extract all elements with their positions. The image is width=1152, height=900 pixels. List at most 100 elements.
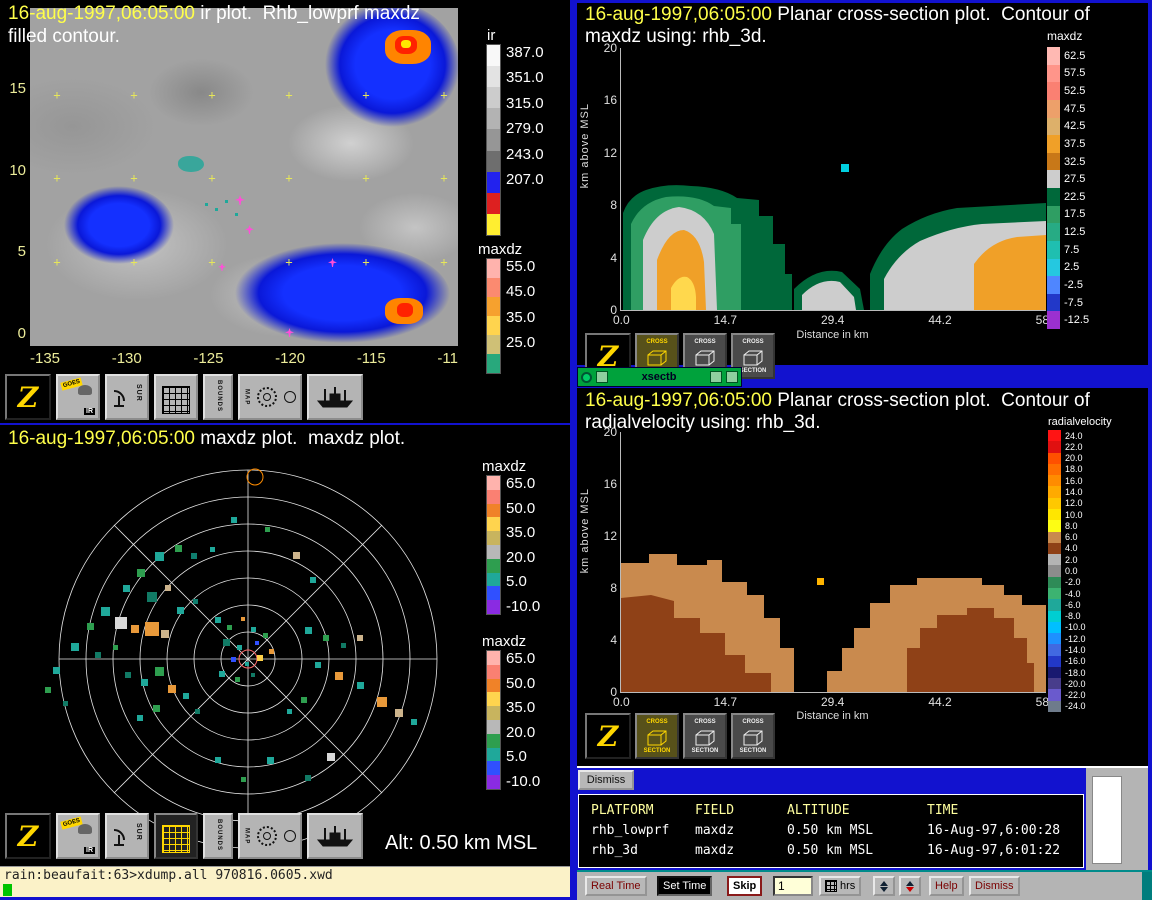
radar-echo: [131, 625, 139, 633]
zebra-menu-button[interactable]: Z: [5, 813, 51, 859]
radar-echo: [141, 679, 148, 686]
goes-ir-button[interactable]: GOES IR: [56, 813, 100, 859]
colorbar-tick: 16.0: [1065, 476, 1083, 486]
latlon-grid-mark: +: [440, 255, 447, 269]
window-indicator-icon[interactable]: [581, 372, 592, 383]
colorbar-swatch: [1048, 667, 1061, 678]
colorbar-tick: -14.0: [1065, 645, 1086, 655]
radar-echo: [215, 617, 221, 623]
contour-plot-maxdz[interactable]: [620, 48, 1046, 311]
xsectb-titlebar[interactable]: xsectb: [577, 367, 742, 387]
colorbar-segment: [487, 45, 500, 66]
scrollbar[interactable]: [1092, 776, 1122, 864]
cross-section-button-2[interactable]: CROSS SECTION: [683, 713, 727, 759]
radar-echo: [263, 633, 268, 638]
ship-platform-button[interactable]: [307, 813, 363, 859]
ship-platform-button[interactable]: [307, 374, 363, 420]
colorbar-segment: [487, 476, 500, 490]
cross-section-button-3[interactable]: CROSS SECTION: [731, 713, 775, 759]
colorbar-swatch: [1048, 611, 1061, 622]
tick-label: 4: [610, 251, 617, 265]
title-text: Planar cross-section plot. Contour of: [772, 390, 1090, 411]
radar-echo: [411, 719, 417, 725]
contour-plot-velocity[interactable]: [620, 432, 1046, 693]
colorbar-tick: 12.5: [1064, 226, 1085, 238]
maxdz-scale-colorbar: 62.557.552.547.542.537.532.527.522.517.5…: [1047, 47, 1089, 329]
colorbar-swatch: [1047, 82, 1060, 100]
colorbar-row: 6.0: [1048, 532, 1086, 543]
terminal-window[interactable]: rain:beaufait:63>xdump.all 970816.0605.x…: [0, 866, 570, 897]
tick-label: 16: [604, 93, 617, 107]
radar-echo: [195, 709, 200, 714]
time-control-bar: Real Time Set Time Skip hrs Help Dismiss: [577, 870, 1152, 900]
real-time-button[interactable]: Real Time: [585, 876, 647, 896]
radar-echo: [377, 697, 387, 707]
velocity-scale-colorbar: 24.022.020.018.016.014.012.010.08.06.04.…: [1048, 430, 1086, 712]
colorbar-tick: -4.0: [1065, 589, 1081, 599]
xsectb-title: xsectb: [612, 371, 706, 383]
window-maximize-icon[interactable]: [726, 371, 738, 383]
set-time-button[interactable]: Set Time: [657, 876, 712, 896]
help-button[interactable]: Help: [929, 876, 964, 896]
step-forward-button[interactable]: [873, 876, 895, 896]
skip-value-field[interactable]: [773, 876, 813, 896]
map-overlay-button[interactable]: MAP: [238, 813, 302, 859]
grid-overlay-button-active[interactable]: [154, 813, 198, 859]
radar-echo: [305, 627, 312, 634]
radar-echo: [123, 585, 130, 592]
colorbar-tick: 37.5: [1064, 138, 1085, 150]
surveillance-radar-button[interactable]: SUR: [105, 813, 149, 859]
satellite-image[interactable]: ++++++++++++++++++: [30, 8, 458, 346]
step-back-button[interactable]: [899, 876, 921, 896]
latlon-grid-mark: +: [130, 171, 137, 185]
calendar-grid-icon: [825, 880, 837, 892]
table-row[interactable]: rhb_lowprfmaxdz0.50 km MSL16-Aug-97,6:00…: [579, 820, 1083, 840]
contour-shapes: [623, 164, 1046, 310]
panel-title: 16-aug-1997,06:05:00 Planar cross-sectio…: [585, 390, 1090, 412]
colorbar-segment: [487, 316, 500, 335]
radar-ppi-display[interactable]: [5, 457, 485, 855]
colorbar-segment: [487, 775, 500, 789]
terminal-cursor: [3, 884, 12, 896]
colorbar-tick: -22.0: [1065, 690, 1086, 700]
colorbar-segment: [487, 720, 500, 734]
colorbar-row: 57.5: [1047, 65, 1089, 83]
cross-section-button-1-active[interactable]: CROSS SECTION: [635, 713, 679, 759]
colorbar-tick: 7.5: [1064, 244, 1079, 256]
goes-ir-button[interactable]: GOES IR: [56, 374, 100, 420]
colorbar-tick: 65.0: [506, 475, 540, 492]
colorbar-tick: 27.5: [1064, 173, 1085, 185]
down-arrow-red-icon: [906, 887, 914, 892]
skip-button[interactable]: Skip: [727, 876, 762, 896]
surveillance-radar-button[interactable]: SUR: [105, 374, 149, 420]
colorbar-swatch: [1048, 633, 1061, 644]
colorbar-tick: 52.5: [1064, 85, 1085, 97]
colorbar-swatch: [1048, 543, 1061, 554]
table-row[interactable]: rhb_3dmaxdz0.50 km MSL16-Aug-97,6:01:22: [579, 840, 1083, 860]
dismiss-button[interactable]: Dismiss: [969, 876, 1020, 896]
colorbar-tick: 315.0: [506, 95, 544, 112]
map-overlay-button[interactable]: MAP: [238, 374, 302, 420]
dismiss-button-small[interactable]: Dismiss: [578, 770, 634, 790]
radar-echo: [45, 687, 51, 693]
window-menu-icon[interactable]: [596, 371, 608, 383]
colorbar-tick: 50.0: [506, 675, 540, 692]
latlon-grid-mark: +: [362, 88, 369, 102]
radar-echo: [161, 630, 169, 638]
zebra-menu-button[interactable]: Z: [585, 713, 631, 759]
hours-unit-button[interactable]: hrs: [819, 876, 861, 896]
colorbar-swatch: [1048, 486, 1061, 497]
grid-icon: [162, 825, 190, 853]
bounds-button[interactable]: BOUNDS: [203, 813, 233, 859]
window-iconify-icon[interactable]: [710, 371, 722, 383]
colorbar-segment: [487, 545, 500, 559]
bounds-button[interactable]: BOUNDS: [203, 374, 233, 420]
zebra-menu-button[interactable]: Z: [5, 374, 51, 420]
colorbar-title: radialvelocity: [1048, 416, 1112, 428]
colorbar-tick: -10.0: [506, 598, 540, 615]
panel-title: 16-aug-1997,06:05:00 ir plot. Rhb_lowprf…: [8, 3, 420, 25]
platform-markers: [30, 8, 458, 346]
radar-echo: [293, 552, 300, 559]
colorbar-row: 22.5: [1047, 188, 1089, 206]
grid-overlay-button[interactable]: [154, 374, 198, 420]
